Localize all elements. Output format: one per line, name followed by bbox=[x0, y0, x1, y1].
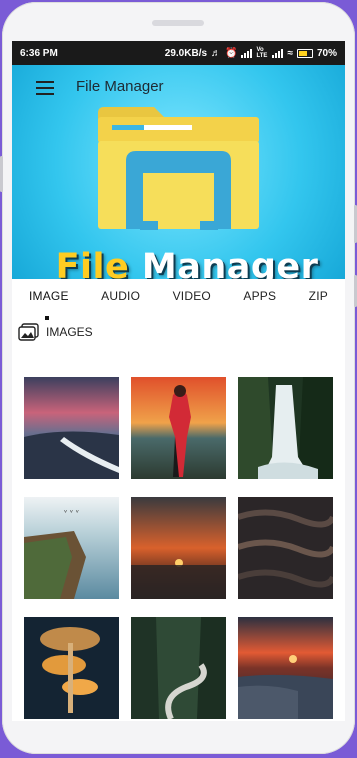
banner-word-file: File bbox=[55, 247, 130, 279]
image-thumbnail[interactable] bbox=[131, 617, 226, 719]
image-thumbnail[interactable] bbox=[131, 377, 226, 479]
side-button bbox=[0, 156, 3, 192]
banner-word-manager: Manager bbox=[141, 247, 319, 279]
svg-text:ᵛ ᵛ ᵛ: ᵛ ᵛ ᵛ bbox=[64, 508, 79, 517]
header-banner: File Manager File Manager bbox=[12, 65, 345, 279]
signal-icon bbox=[272, 48, 284, 58]
image-icon bbox=[18, 323, 39, 341]
tab-apps[interactable]: APPS bbox=[243, 289, 276, 303]
folder-icon bbox=[98, 107, 259, 230]
image-thumbnail[interactable] bbox=[238, 617, 333, 719]
tab-audio[interactable]: AUDIO bbox=[101, 289, 140, 303]
wifi-icon: ≈ bbox=[287, 47, 293, 59]
headphones-icon: ♬ bbox=[211, 47, 222, 59]
battery-icon bbox=[296, 48, 313, 58]
alarm-off-icon: ⏰ bbox=[225, 47, 238, 59]
app-screen: 6:36 PM 29.0KB/s ♬ ⏰ Vo LTE ≈ 70% File M… bbox=[12, 41, 345, 721]
image-thumbnail[interactable]: ᵛ ᵛ ᵛ bbox=[24, 497, 119, 599]
battery-percent: 70% bbox=[316, 47, 337, 59]
phone-mockup: 6:36 PM 29.0KB/s ♬ ⏰ Vo LTE ≈ 70% File M… bbox=[0, 0, 357, 758]
phone-speaker bbox=[152, 20, 204, 26]
tab-video[interactable]: VIDEO bbox=[173, 289, 211, 303]
image-thumbnail[interactable] bbox=[131, 497, 226, 599]
status-bar: 6:36 PM 29.0KB/s ♬ ⏰ Vo LTE ≈ 70% bbox=[12, 41, 345, 65]
signal-icon bbox=[241, 48, 253, 58]
image-thumbnail[interactable] bbox=[24, 617, 119, 719]
volte-label: Vo LTE bbox=[256, 47, 268, 59]
images-section-label: IMAGES bbox=[46, 325, 93, 339]
status-time: 6:36 PM bbox=[20, 47, 58, 59]
image-thumbnail[interactable] bbox=[238, 377, 333, 479]
tab-zip[interactable]: ZIP bbox=[309, 289, 328, 303]
tab-image[interactable]: IMAGE bbox=[29, 289, 69, 303]
network-speed: 29.0KB/s bbox=[164, 47, 208, 59]
image-thumbnail[interactable] bbox=[238, 497, 333, 599]
images-section-header: IMAGES bbox=[12, 313, 345, 344]
banner-title: File Manager bbox=[32, 247, 342, 279]
tab-indicator bbox=[45, 316, 49, 320]
status-icons: 29.0KB/s ♬ ⏰ Vo LTE ≈ 70% bbox=[165, 47, 337, 59]
tab-bar: IMAGE AUDIO VIDEO APPS ZIP bbox=[12, 279, 345, 313]
app-title: File Manager bbox=[76, 78, 164, 95]
image-thumbnail[interactable] bbox=[24, 377, 119, 479]
image-grid: ᵛ ᵛ ᵛ bbox=[24, 377, 334, 719]
menu-icon[interactable] bbox=[36, 81, 54, 99]
